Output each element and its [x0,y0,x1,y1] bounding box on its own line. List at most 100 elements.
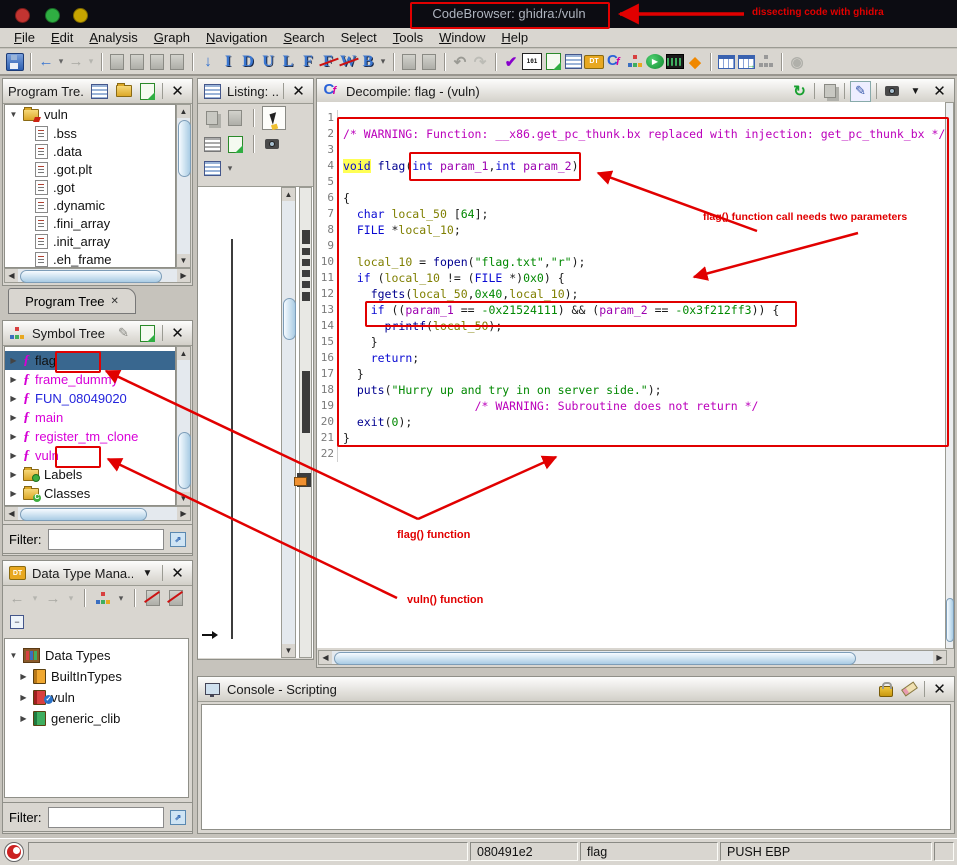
copy-icon[interactable] [820,82,839,101]
ghidra-logo-icon[interactable] [4,842,24,862]
letter-b-icon[interactable]: B [359,52,377,72]
dtm-row-generic_clib[interactable]: ▶generic_clib [5,708,188,729]
expander-icon[interactable]: ▶ [9,394,18,403]
paste-icon[interactable] [226,108,244,128]
menu-select[interactable]: Select [333,30,385,45]
letter-l-icon[interactable]: L [279,52,297,72]
disassemble-icon[interactable]: ↓ [199,52,217,72]
listing-vscrollbar[interactable]: ▲ ▼ [281,187,296,658]
nav-back-dropdown-icon[interactable]: ▾ [57,52,65,72]
symbol-tree-hscrollbar[interactable]: ◀ ▶ [4,506,191,521]
decompile-close-icon[interactable]: ✕ [930,82,949,101]
dtm-back-dropdown-icon[interactable]: ▾ [31,588,39,608]
expander-icon[interactable]: ▶ [9,432,18,441]
menu-edit[interactable]: Edit [43,30,81,45]
scroll-down-icon[interactable]: ▼ [177,492,190,505]
symbol-tree-close-icon[interactable]: ✕ [168,324,187,343]
clear-code-icon[interactable] [108,52,126,72]
symbol-filter-input[interactable] [48,529,165,550]
goto-symbol-icon[interactable] [138,324,157,343]
snapshot-camera-icon[interactable] [882,82,901,101]
program-tree-close-icon[interactable]: ✕ [168,82,187,101]
scroll-thumb[interactable] [178,432,191,489]
listing-close-icon[interactable]: ✕ [289,82,308,101]
tree-row-section[interactable]: .got.plt [5,160,175,178]
console-close-icon[interactable]: ✕ [930,680,949,699]
menu-navigation[interactable]: Navigation [198,30,275,45]
scroll-thumb[interactable] [20,270,162,283]
call-tree-icon[interactable] [757,52,775,72]
scroll-right-icon[interactable]: ▶ [177,507,190,520]
redo-icon[interactable]: ↷ [471,52,489,72]
edit-function-icon[interactable]: ✎ [850,81,871,102]
nav-back-icon[interactable]: ← [37,52,55,72]
listing-overview-margin[interactable] [299,187,312,658]
bookmark-diamond-icon[interactable]: ◆ [686,52,704,72]
filter-options-icon[interactable]: ⇗ [170,810,186,825]
dtm-close-icon[interactable]: ✕ [168,564,187,583]
refresh-icon[interactable]: ↻ [790,82,809,101]
dtm-forward-icon[interactable]: → [44,588,62,608]
menu-window[interactable]: Window [431,30,493,45]
menu-file[interactable]: File [6,30,43,45]
symbol-tree-vscrollbar[interactable]: ▲ ▼ [176,346,191,506]
expander-icon[interactable]: ▶ [19,714,28,723]
expander-icon[interactable]: ▶ [9,413,18,422]
dtm-row-builtintypes[interactable]: ▶BuiltInTypes [5,666,188,687]
scroll-down-icon[interactable]: ▼ [177,254,190,267]
scroll-thumb[interactable] [946,598,954,642]
scroll-up-icon[interactable]: ▲ [177,105,190,118]
tree-row-section[interactable]: .data [5,142,175,160]
nav-forward-dropdown-icon[interactable]: ▾ [87,52,95,72]
expander-icon[interactable]: ▶ [19,672,28,681]
scroll-left-icon[interactable]: ◀ [5,507,18,520]
scroll-thumb[interactable] [283,298,296,340]
code-text[interactable] [338,446,343,462]
tree-row-section[interactable]: .dynamic [5,196,175,214]
dtm-filter-input[interactable] [48,807,165,828]
dtm-back-icon[interactable]: ← [8,588,26,608]
menu-help[interactable]: Help [493,30,536,45]
scroll-left-icon[interactable]: ◀ [319,651,332,664]
window-close-button[interactable] [15,8,30,23]
table-export-icon[interactable] [737,52,755,72]
filter-options-icon[interactable]: ⇗ [170,532,186,547]
scroll-right-icon[interactable]: ▶ [177,269,190,282]
create-tree-icon[interactable] [90,82,109,101]
letter-d-icon[interactable]: D [239,52,257,72]
clear-flow-icon[interactable] [128,52,146,72]
merge-out-icon[interactable] [420,52,438,72]
scroll-up-icon[interactable]: ▲ [282,188,295,201]
symbol-row-main[interactable]: ▶ƒmain [5,408,175,427]
menu-graph[interactable]: Graph [146,30,198,45]
menu-tools[interactable]: Tools [385,30,431,45]
copy-icon[interactable] [203,108,221,128]
bytes-viewer-icon[interactable]: 101 [522,53,542,70]
diff-view-icon[interactable] [226,134,244,154]
window-minimize-button[interactable] [73,8,88,23]
script-manager-icon[interactable] [544,52,562,72]
menu-search[interactable]: Search [275,30,332,45]
data-type-manager-icon[interactable]: DT [584,55,604,69]
dtm-row-data-types[interactable]: ▼Data Types [5,645,188,666]
tab-close-icon[interactable]: ✕ [111,296,119,307]
undo-icon[interactable]: ↶ [451,52,469,72]
expander-icon[interactable]: ▼ [9,110,18,119]
window-maximize-button[interactable] [45,8,60,23]
expander-icon[interactable]: ▶ [9,375,18,384]
patch-down-icon[interactable] [148,52,166,72]
open-folder-icon[interactable] [114,82,133,101]
patch-up-icon[interactable] [168,52,186,72]
letter-f-icon[interactable]: F [299,52,317,72]
letter-f-strike-icon[interactable]: F [319,52,337,72]
cursor-location-button[interactable] [262,106,286,130]
letter-u-icon[interactable]: U [259,52,277,72]
decompile-hscrollbar[interactable]: ◀ ▶ [318,650,947,665]
scroll-right-icon[interactable]: ▶ [933,651,946,664]
comment-history-icon[interactable]: ◉ [788,52,806,72]
edit-symbol-icon[interactable]: ✎ [114,324,133,343]
memory-map-icon[interactable] [666,52,684,72]
scroll-thumb[interactable] [20,508,147,521]
run-script-icon[interactable]: ▶ [646,54,664,69]
decompile-menu-dropdown-icon[interactable]: ▼ [906,82,925,101]
